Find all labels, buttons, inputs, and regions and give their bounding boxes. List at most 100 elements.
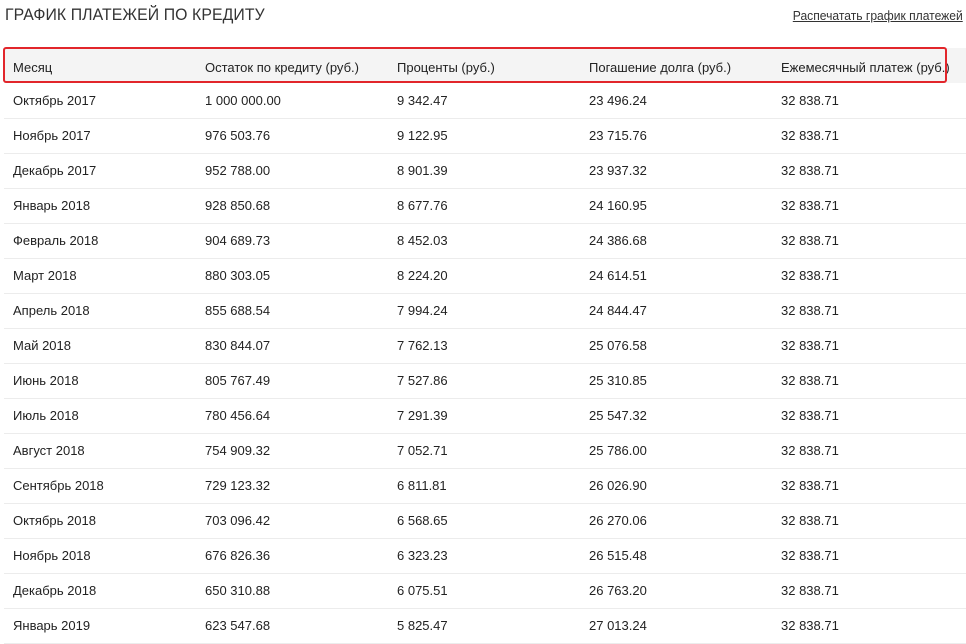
balance-cell: 805 767.49 xyxy=(205,373,271,388)
principal-cell: 26 026.90 xyxy=(589,478,647,493)
payment-cell: 32 838.71 xyxy=(781,373,839,388)
principal-cell: 24 844.47 xyxy=(589,303,647,318)
interest-cell: 8 224.20 xyxy=(397,268,448,283)
balance-cell: 754 909.32 xyxy=(205,443,271,458)
interest-cell: 9 122.95 xyxy=(397,128,448,143)
principal-cell: 24 386.68 xyxy=(589,233,647,248)
month-cell: Январь 2018 xyxy=(13,198,91,213)
interest-cell: 6 811.81 xyxy=(397,478,447,493)
table-row: Февраль 2018 904 689.73 8 452.03 24 386.68 3… xyxy=(4,223,966,258)
month-cell: Март 2018 xyxy=(13,268,77,283)
table-row: Январь 2018 928 850.68 8 677.76 24 160.95 32… xyxy=(4,188,966,223)
month-cell: Сентябрь 2018 xyxy=(13,478,104,493)
principal-cell: 26 763.20 xyxy=(589,583,647,598)
table-row: Март 2018 880 303.05 8 224.20 24 614.51 32 8… xyxy=(4,258,966,293)
payment-cell: 32 838.71 xyxy=(781,268,839,283)
table-header: Месяц Остаток по кредиту (руб.) Проценты… xyxy=(4,48,966,83)
payment-cell: 32 838.71 xyxy=(781,92,839,108)
column-header-payment: Ежемесячный платеж (руб.) xyxy=(781,59,950,75)
month-cell: Декабрь 2017 xyxy=(13,163,97,178)
table-row: Май 2018 830 844.07 7 762.13 25 076.58 32 83… xyxy=(4,328,966,363)
month-cell: Январь 2019 xyxy=(13,618,91,633)
interest-cell: 7 994.24 xyxy=(397,303,448,318)
principal-cell: 23 937.32 xyxy=(589,163,647,178)
column-header-balance: Остаток по кредиту (руб.) xyxy=(205,59,359,75)
table-row: Декабрь 2017 952 788.00 8 901.39 23 937.32 3… xyxy=(4,153,966,188)
month-cell: Ноябрь 2018 xyxy=(13,548,91,563)
interest-cell: 5 825.47 xyxy=(397,618,448,633)
principal-cell: 26 515.48 xyxy=(589,548,647,563)
interest-cell: 8 901.39 xyxy=(397,163,448,178)
principal-cell: 24 160.95 xyxy=(589,198,647,213)
balance-cell: 830 844.07 xyxy=(205,338,271,353)
interest-cell: 9 342.47 xyxy=(397,92,448,108)
balance-cell: 676 826.36 xyxy=(205,548,271,563)
page-header: ГРАФИК ПЛАТЕЖЕЙ ПО КРЕДИТУ Распечатать г… xyxy=(0,0,966,38)
payment-cell: 32 838.71 xyxy=(781,303,839,318)
principal-cell: 23 496.24 xyxy=(589,92,647,108)
payment-cell: 32 838.71 xyxy=(781,163,839,178)
balance-cell: 780 456.64 xyxy=(205,408,271,423)
interest-cell: 8 677.76 xyxy=(397,198,448,213)
page-title: ГРАФИК ПЛАТЕЖЕЙ ПО КРЕДИТУ xyxy=(5,5,265,24)
month-cell: Август 2018 xyxy=(13,443,85,458)
print-schedule-link[interactable]: Распечатать график платежей xyxy=(793,8,963,23)
interest-cell: 6 323.23 xyxy=(397,548,448,563)
payment-schedule-table: Месяц Остаток по кредиту (руб.) Проценты… xyxy=(4,48,966,644)
interest-cell: 6 568.65 xyxy=(397,513,448,528)
table-row: Декабрь 2018 650 310.88 6 075.51 26 763.20 3… xyxy=(4,573,966,608)
interest-cell: 7 527.86 xyxy=(397,373,448,388)
principal-cell: 23 715.76 xyxy=(589,128,647,143)
table-header-row: Месяц Остаток по кредиту (руб.) Проценты… xyxy=(4,48,966,83)
table-row: Апрель 2018 855 688.54 7 994.24 24 844.47 32… xyxy=(4,293,966,328)
principal-cell: 27 013.24 xyxy=(589,618,647,633)
principal-cell: 25 076.58 xyxy=(589,338,647,353)
principal-cell: 25 310.85 xyxy=(589,373,647,388)
payment-cell: 32 838.71 xyxy=(781,478,839,493)
balance-cell: 703 096.42 xyxy=(205,513,271,528)
principal-cell: 26 270.06 xyxy=(589,513,647,528)
interest-cell: 6 075.51 xyxy=(397,583,448,598)
table-row: Ноябрь 2017 976 503.76 9 122.95 23 715.76 32… xyxy=(4,118,966,153)
interest-cell: 7 762.13 xyxy=(397,338,448,353)
payment-cell: 32 838.71 xyxy=(781,408,839,423)
column-header-principal: Погашение долга (руб.) xyxy=(589,59,732,75)
balance-cell: 976 503.76 xyxy=(205,128,271,143)
table-row: Сентябрь 2018 729 123.32 6 811.81 26 026.90… xyxy=(4,468,966,503)
column-header-month: Месяц xyxy=(13,59,53,75)
column-header-interest: Проценты (руб.) xyxy=(397,59,495,75)
table-row: Июль 2018 780 456.64 7 291.39 25 547.32 32 8… xyxy=(4,398,966,433)
principal-cell: 24 614.51 xyxy=(589,268,647,283)
balance-cell: 904 689.73 xyxy=(205,233,271,248)
payment-cell: 32 838.71 xyxy=(781,548,839,563)
table-row: Август 2018 754 909.32 7 052.71 25 786.00 32… xyxy=(4,433,966,468)
interest-cell: 8 452.03 xyxy=(397,233,448,248)
balance-cell: 952 788.00 xyxy=(205,163,271,178)
balance-cell: 650 310.88 xyxy=(205,583,271,598)
payment-cell: 32 838.71 xyxy=(781,583,839,598)
payment-cell: 32 838.71 xyxy=(781,443,839,458)
month-cell: Июль 2018 xyxy=(13,408,79,423)
interest-cell: 7 052.71 xyxy=(397,443,448,458)
balance-cell: 928 850.68 xyxy=(205,198,271,213)
payment-cell: 32 838.71 xyxy=(781,513,839,528)
payment-cell: 32 838.71 xyxy=(781,618,839,633)
principal-cell: 25 786.00 xyxy=(589,443,647,458)
balance-cell: 729 123.32 xyxy=(205,478,271,493)
payment-cell: 32 838.71 xyxy=(781,233,839,248)
payment-cell: 32 838.71 xyxy=(781,198,839,213)
month-cell: Апрель 2018 xyxy=(13,303,90,318)
payment-cell: 32 838.71 xyxy=(781,128,839,143)
interest-cell: 7 291.39 xyxy=(397,408,448,423)
table-row: Июнь 2018 805 767.49 7 527.86 25 310.85 32 8… xyxy=(4,363,966,398)
table-row: Январь 2019 623 547.68 5 825.47 27 013.24 32… xyxy=(4,608,966,643)
payment-cell: 32 838.71 xyxy=(781,338,839,353)
month-cell: Октябрь 2017 xyxy=(13,92,96,108)
balance-cell: 623 547.68 xyxy=(205,618,271,633)
month-cell: Ноябрь 2017 xyxy=(13,128,91,143)
month-cell: Октябрь 2018 xyxy=(13,513,96,528)
table-body: Октябрь 2017 1 000 000.00 9 342.47 23 496.2… xyxy=(4,83,966,643)
month-cell: Июнь 2018 xyxy=(13,373,79,388)
month-cell: Май 2018 xyxy=(13,338,71,353)
balance-cell: 880 303.05 xyxy=(205,268,271,283)
